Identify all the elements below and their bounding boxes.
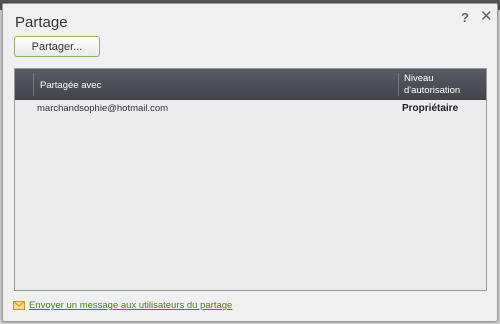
permission-level: Propriétaire [402,103,459,114]
dialog-title: Partage [15,14,68,31]
column-header-level-line2: d'autorisation [404,85,461,96]
envelope-icon [13,301,25,310]
close-icon[interactable]: ✕ [480,7,493,25]
column-header-permission-level[interactable]: Niveau d'autorisation [404,73,460,97]
column-header-level-line1: Niveau [404,73,434,84]
table-header: Partagée avec Niveau d'autorisation [15,69,486,100]
help-icon[interactable]: ? [461,10,469,25]
footer: Envoyer un message aux utilisateurs du p… [13,300,232,311]
send-message-link[interactable]: Envoyer un message aux utilisateurs du p… [29,300,232,311]
shared-user-email: marchandsophie@hotmail.com [37,103,169,114]
share-table: Partagée avec Niveau d'autorisation marc… [14,68,487,291]
table-row[interactable]: marchandsophie@hotmail.com Propriétaire [15,100,486,116]
share-dialog: Partage ? ✕ Partager... Partagée avec Ni… [2,3,498,322]
share-button[interactable]: Partager... [14,36,100,57]
column-header-shared-with[interactable]: Partagée avec [40,80,101,91]
column-separator [398,73,399,96]
column-separator [33,73,34,96]
